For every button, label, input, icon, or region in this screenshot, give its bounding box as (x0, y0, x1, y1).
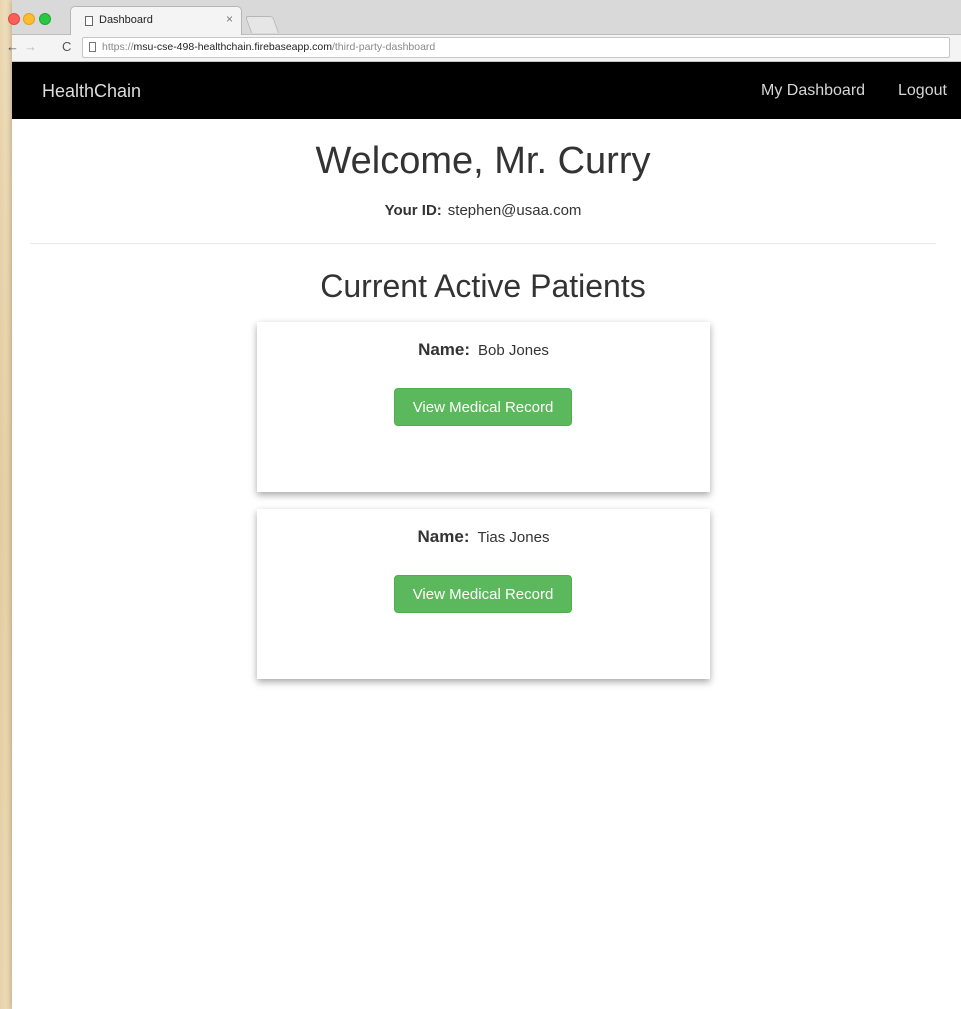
page-icon (85, 16, 93, 26)
minimize-window-button[interactable] (23, 13, 35, 25)
close-icon[interactable]: × (226, 12, 233, 26)
patient-name: Tias Jones (477, 529, 550, 546)
view-medical-record-button[interactable]: View Medical Record (394, 575, 572, 613)
divider (30, 243, 936, 244)
browser-toolbar: ← → C https://msu-cse-498-healthchain.fi… (6, 35, 961, 62)
page-icon (89, 42, 96, 52)
maximize-window-button[interactable] (39, 13, 51, 25)
patient-name-line: Name: Tias Jones (257, 527, 710, 547)
my-dashboard-link[interactable]: My Dashboard (761, 82, 865, 100)
patient-name: Bob Jones (478, 342, 549, 359)
user-id-label: Your ID: (384, 202, 442, 219)
tab-strip: Dashboard × (8, 0, 961, 35)
top-navbar: HealthChain My Dashboard Logout (12, 62, 961, 119)
page-title: Welcome, Mr. Curry (315, 140, 651, 182)
brand-link[interactable]: HealthChain (42, 81, 141, 102)
address-bar[interactable]: https://msu-cse-498-healthchain.firebase… (82, 37, 950, 58)
user-id-value: stephen@usaa.com (447, 202, 582, 219)
user-id-line: Your ID: stephen@usaa.com (0, 202, 961, 219)
url-text[interactable]: https://msu-cse-498-healthchain.firebase… (102, 41, 435, 53)
reload-icon[interactable]: C (62, 39, 71, 55)
patient-name-line: Name: Bob Jones (257, 340, 710, 360)
section-title: Current Active Patients (320, 268, 646, 304)
tab-dashboard[interactable]: Dashboard × (70, 6, 242, 35)
name-label: Name: (417, 527, 470, 546)
close-window-button[interactable] (8, 13, 20, 25)
new-tab-button[interactable] (244, 16, 280, 33)
tab-title: Dashboard (99, 14, 153, 26)
view-medical-record-button[interactable]: View Medical Record (394, 388, 572, 426)
forward-icon[interactable]: → (24, 39, 37, 55)
name-label: Name: (418, 340, 471, 359)
patient-card: Name: Tias Jones View Medical Record (257, 509, 710, 679)
back-icon[interactable]: ← (6, 39, 19, 55)
patient-card: Name: Bob Jones View Medical Record (257, 322, 710, 492)
logout-link[interactable]: Logout (898, 82, 947, 100)
